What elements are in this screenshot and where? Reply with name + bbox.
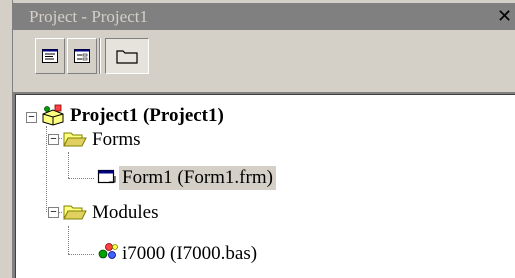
- left-splitter[interactable]: [0, 0, 13, 278]
- view-object-icon: [74, 49, 90, 63]
- tree-line: [68, 226, 69, 254]
- folder-open-icon: [63, 205, 87, 220]
- tree-node-forms[interactable]: Forms: [89, 128, 144, 152]
- toolbar: [13, 30, 515, 90]
- tree-node-project1[interactable]: Project1 (Project1): [67, 104, 227, 128]
- toggle-folders-button[interactable]: [105, 38, 149, 74]
- tree-line: [46, 126, 47, 212]
- tree-line: [68, 178, 94, 179]
- project-icon: [42, 104, 64, 126]
- tree-line: [68, 152, 69, 178]
- module-icon: [98, 243, 118, 259]
- form-icon: [97, 169, 116, 184]
- close-button[interactable]: ✕: [497, 6, 515, 26]
- title-bar[interactable]: Project - Project1 ✕: [13, 3, 515, 30]
- folder-icon: [116, 50, 138, 64]
- expand-toggle-modules[interactable]: −: [48, 207, 59, 218]
- tree-node-modules[interactable]: Modules: [89, 201, 162, 225]
- view-object-button[interactable]: [67, 38, 97, 74]
- expand-toggle-project1[interactable]: −: [26, 112, 37, 123]
- project-tree[interactable]: − Project1 (Project1) − Forms Form1 (For…: [13, 92, 515, 278]
- tree-node-i7000[interactable]: i7000 (I7000.bas): [119, 242, 260, 266]
- folder-open-icon: [63, 132, 87, 147]
- view-code-icon: [42, 49, 58, 63]
- toolbar-separator: [99, 38, 101, 74]
- expand-toggle-forms[interactable]: −: [48, 134, 59, 145]
- tree-line: [68, 254, 94, 255]
- view-code-button[interactable]: [35, 38, 65, 74]
- project-explorer-window: Project - Project1 ✕ − Project1 (Project…: [0, 0, 515, 278]
- tree-node-form1[interactable]: Form1 (Form1.frm): [119, 166, 276, 190]
- window-title: Project - Project1: [29, 7, 148, 26]
